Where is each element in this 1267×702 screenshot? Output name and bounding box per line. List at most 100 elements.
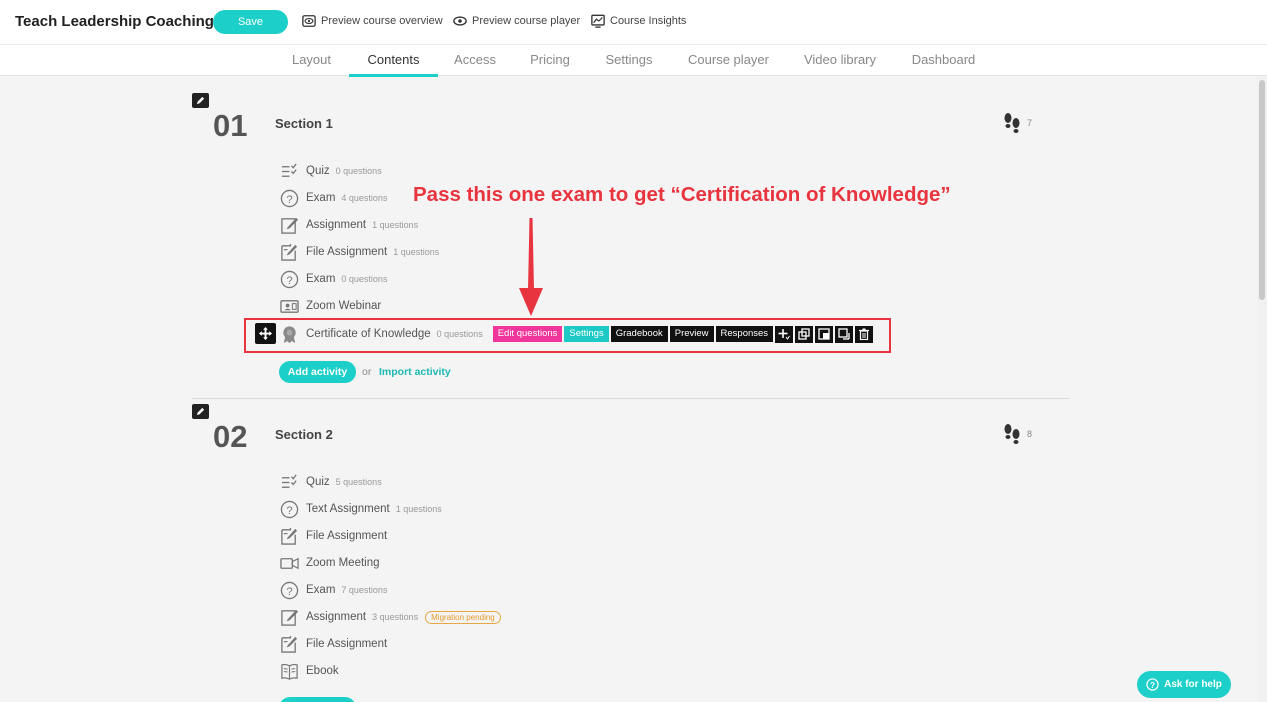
copy-to-icon[interactable] — [815, 325, 834, 343]
activity-name: Exam — [306, 192, 336, 204]
list-item[interactable]: Quiz 5 questions — [279, 471, 382, 493]
list-item[interactable]: File Assignment — [279, 525, 387, 547]
activity-name: Zoom Meeting — [306, 557, 380, 569]
edit-section-1-icon[interactable] — [192, 93, 209, 108]
course-insights-label: Course Insights — [610, 15, 687, 27]
list-item[interactable]: Quiz 0 questions — [279, 160, 382, 182]
question-count: 1 questions — [395, 504, 442, 514]
footsteps-icon — [1004, 113, 1020, 133]
file-assignment-icon — [279, 634, 299, 654]
list-item[interactable]: ? Exam 4 questions — [279, 187, 387, 209]
activity-name: Text Assignment — [306, 503, 390, 515]
list-item[interactable]: File Assignment — [279, 633, 387, 655]
list-item[interactable]: File Assignment 1 questions — [279, 241, 439, 263]
list-item[interactable]: Assignment 1 questions — [279, 214, 418, 236]
assignment-icon — [279, 607, 299, 627]
tab-settings[interactable]: Settings — [598, 45, 660, 77]
migration-pending-badge: Migration pending — [425, 610, 501, 624]
preview-course-overview-label: Preview course overview — [321, 15, 443, 27]
scrollbar-thumb[interactable] — [1259, 80, 1265, 300]
activity-name: File Assignment — [306, 246, 388, 258]
activity-name: Exam — [306, 273, 336, 285]
activity-name: Ebook — [306, 665, 339, 677]
list-item[interactable]: ? Exam 7 questions — [279, 579, 387, 601]
svg-text:?: ? — [286, 504, 292, 516]
settings-button[interactable]: Settings — [564, 326, 609, 342]
section-2-title[interactable]: Section 2 — [275, 427, 333, 442]
list-item[interactable]: Ebook — [279, 660, 339, 682]
svg-text:?: ? — [286, 585, 292, 597]
preview-course-overview-link[interactable]: Preview course overview — [302, 14, 443, 28]
save-button[interactable]: Save — [213, 10, 288, 34]
list-item[interactable]: ? Text Assignment 1 questions — [279, 498, 442, 520]
activity-name: Zoom Webinar — [306, 300, 382, 312]
ebook-icon — [279, 661, 299, 681]
section-2-steps-count: 8 — [1027, 429, 1033, 439]
chart-icon — [591, 14, 605, 28]
quiz-icon — [279, 161, 299, 181]
tab-contents[interactable]: Contents — [349, 45, 438, 77]
webinar-icon — [279, 296, 299, 316]
edit-questions-button[interactable]: Edit questions — [492, 326, 563, 342]
activity-name: File Assignment — [306, 638, 388, 650]
or-label: or — [362, 366, 372, 378]
eye-icon — [453, 16, 467, 26]
question-count: 7 questions — [341, 585, 388, 595]
question-count: 4 questions — [341, 193, 388, 203]
list-item[interactable]: ? Exam 0 questions — [279, 268, 387, 290]
ask-for-help-label: Ask for help — [1164, 679, 1222, 690]
activity-name: Assignment — [306, 219, 367, 231]
duplicate-icon[interactable] — [795, 325, 814, 343]
list-item[interactable]: Zoom Meeting — [279, 552, 380, 574]
tab-course-player[interactable]: Course player — [682, 45, 775, 77]
preview-course-player-label: Preview course player — [472, 15, 581, 27]
section-2-number: 02 — [213, 419, 248, 454]
activity-name: Quiz — [306, 165, 330, 177]
file-assignment-icon — [279, 526, 299, 546]
activity-name: Assignment — [306, 611, 367, 623]
course-insights-link[interactable]: Course Insights — [591, 14, 686, 28]
responses-button[interactable]: Responses — [715, 326, 774, 342]
tab-pricing[interactable]: Pricing — [522, 45, 578, 77]
svg-text:?: ? — [1150, 680, 1155, 690]
tab-layout[interactable]: Layout — [283, 45, 340, 77]
question-count: 0 questions — [335, 166, 382, 176]
ask-for-help-button[interactable]: ? Ask for help — [1137, 671, 1231, 698]
eye-icon — [302, 15, 316, 27]
tab-dashboard[interactable]: Dashboard — [905, 45, 982, 77]
section-divider — [192, 398, 1069, 399]
import-activity-link[interactable]: Import activity — [379, 366, 451, 378]
activity-name: Exam — [306, 584, 336, 596]
preview-button[interactable]: Preview — [669, 326, 714, 342]
section-1-number: 01 — [213, 108, 248, 143]
question-circle-icon: ? — [1146, 678, 1159, 691]
preview-course-player-link[interactable]: Preview course player — [453, 14, 580, 28]
section-1-steps: 7 — [1003, 112, 1032, 134]
edit-section-2-icon[interactable] — [192, 404, 209, 419]
certificate-activity-row[interactable]: Certificate of Knowledge 0 questions Edi… — [279, 323, 875, 345]
section-2-steps: 8 — [1003, 423, 1032, 445]
svg-text:?: ? — [286, 193, 292, 205]
footsteps-icon — [1004, 424, 1020, 444]
svg-text:?: ? — [286, 274, 292, 286]
list-item[interactable]: Zoom Webinar — [279, 295, 381, 317]
delete-icon[interactable] — [855, 325, 874, 343]
tab-video-library[interactable]: Video library — [796, 45, 884, 77]
move-icon[interactable] — [255, 323, 276, 344]
move-to-icon[interactable] — [835, 325, 854, 343]
add-activity-button-section-2[interactable] — [279, 697, 356, 702]
section-1-title[interactable]: Section 1 — [275, 116, 333, 131]
question-circle-icon: ? — [279, 499, 299, 519]
add-activity-button[interactable]: Add activity — [279, 361, 356, 383]
file-assignment-icon — [279, 242, 299, 262]
top-bar: Teach Leadership Coaching Save Preview c… — [0, 0, 1267, 44]
question-count: 3 questions — [372, 612, 419, 622]
add-below-icon[interactable] — [775, 325, 794, 343]
question-circle-icon: ? — [279, 269, 299, 289]
question-circle-icon: ? — [279, 188, 299, 208]
gradebook-button[interactable]: Gradebook — [610, 326, 668, 342]
tab-access[interactable]: Access — [449, 45, 501, 77]
certificate-icon — [279, 324, 299, 344]
list-item[interactable]: Assignment 3 questions Migration pending — [279, 606, 501, 628]
annotation-arrow-icon — [519, 218, 543, 316]
